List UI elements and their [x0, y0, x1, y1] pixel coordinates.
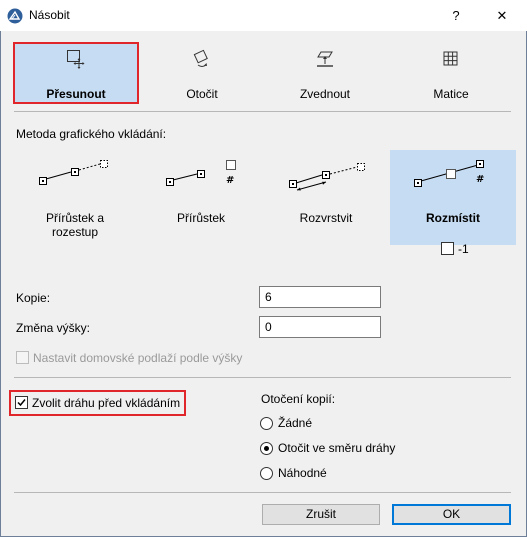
rotation-path-radio[interactable]: [260, 442, 273, 455]
checkmark-icon: [17, 399, 26, 407]
svg-text:#: #: [476, 174, 484, 185]
app-icon: [7, 8, 23, 24]
method-label: Rozvrstvit: [299, 211, 353, 225]
help-button[interactable]: ?: [433, 0, 479, 31]
tab-matrix[interactable]: Matice: [389, 42, 513, 103]
rotation-none-radio[interactable]: [260, 417, 273, 430]
rotation-option-label: Otočit ve směru dráhy: [278, 441, 396, 455]
increment-spacing-icon: [39, 160, 108, 185]
copies-label: Kopie:: [16, 291, 51, 305]
minus-one-label: -1: [458, 242, 469, 256]
distribute-icon: #: [414, 160, 484, 187]
choose-path-checkbox[interactable]: [15, 396, 28, 409]
tab-label: Matice: [433, 87, 469, 101]
method-heading: Metoda grafického vkládání:: [16, 127, 167, 141]
copies-input[interactable]: 6: [259, 286, 381, 308]
ok-button[interactable]: OK: [392, 504, 511, 525]
method-label: Přírůstek a rozestup: [45, 211, 105, 239]
tab-elevate[interactable]: Zvednout: [263, 42, 387, 103]
rotation-random-radio[interactable]: [260, 467, 273, 480]
close-button[interactable]: ✕: [479, 0, 525, 31]
height-change-label: Změna výšky:: [16, 321, 91, 335]
rotation-option-label: Žádné: [278, 416, 313, 430]
tab-label: Otočit: [186, 87, 218, 101]
method-distribute[interactable]: # Rozmístit: [390, 150, 516, 245]
tab-label: Zvednout: [299, 87, 351, 101]
elevate-icon: [263, 48, 387, 70]
increment-icon: #: [166, 160, 236, 186]
spread-icon: [289, 163, 365, 191]
method-spread[interactable]: Rozvrstvit: [263, 150, 389, 245]
window-frame: [0, 31, 527, 537]
method-increment[interactable]: # Přírůstek: [138, 150, 264, 245]
divider: [14, 377, 511, 378]
svg-text:#: #: [226, 175, 234, 186]
home-story-label: Nastavit domovské podlaží podle výšky: [33, 351, 243, 365]
tab-rotate[interactable]: Otočit: [140, 42, 264, 103]
rotation-heading: Otočení kopií:: [261, 392, 336, 406]
home-story-checkbox[interactable]: [16, 351, 29, 364]
rotation-option-label: Náhodné: [278, 466, 327, 480]
method-label: Rozmístit: [426, 211, 480, 225]
minus-one-checkbox[interactable]: [441, 242, 454, 255]
rotate-icon: [140, 48, 264, 70]
window-title: Násobit: [29, 8, 70, 22]
cancel-button[interactable]: Zrušit: [262, 504, 380, 525]
choose-path-label: Zvolit dráhu před vkládáním: [32, 396, 181, 410]
highlight-frame-move: [13, 42, 139, 104]
divider: [14, 111, 511, 112]
method-label: Přírůstek: [176, 211, 225, 225]
matrix-icon: [389, 48, 513, 70]
method-increment-spacing[interactable]: Přírůstek a rozestup: [12, 150, 138, 245]
divider: [14, 492, 511, 493]
height-change-input[interactable]: 0: [259, 316, 381, 338]
